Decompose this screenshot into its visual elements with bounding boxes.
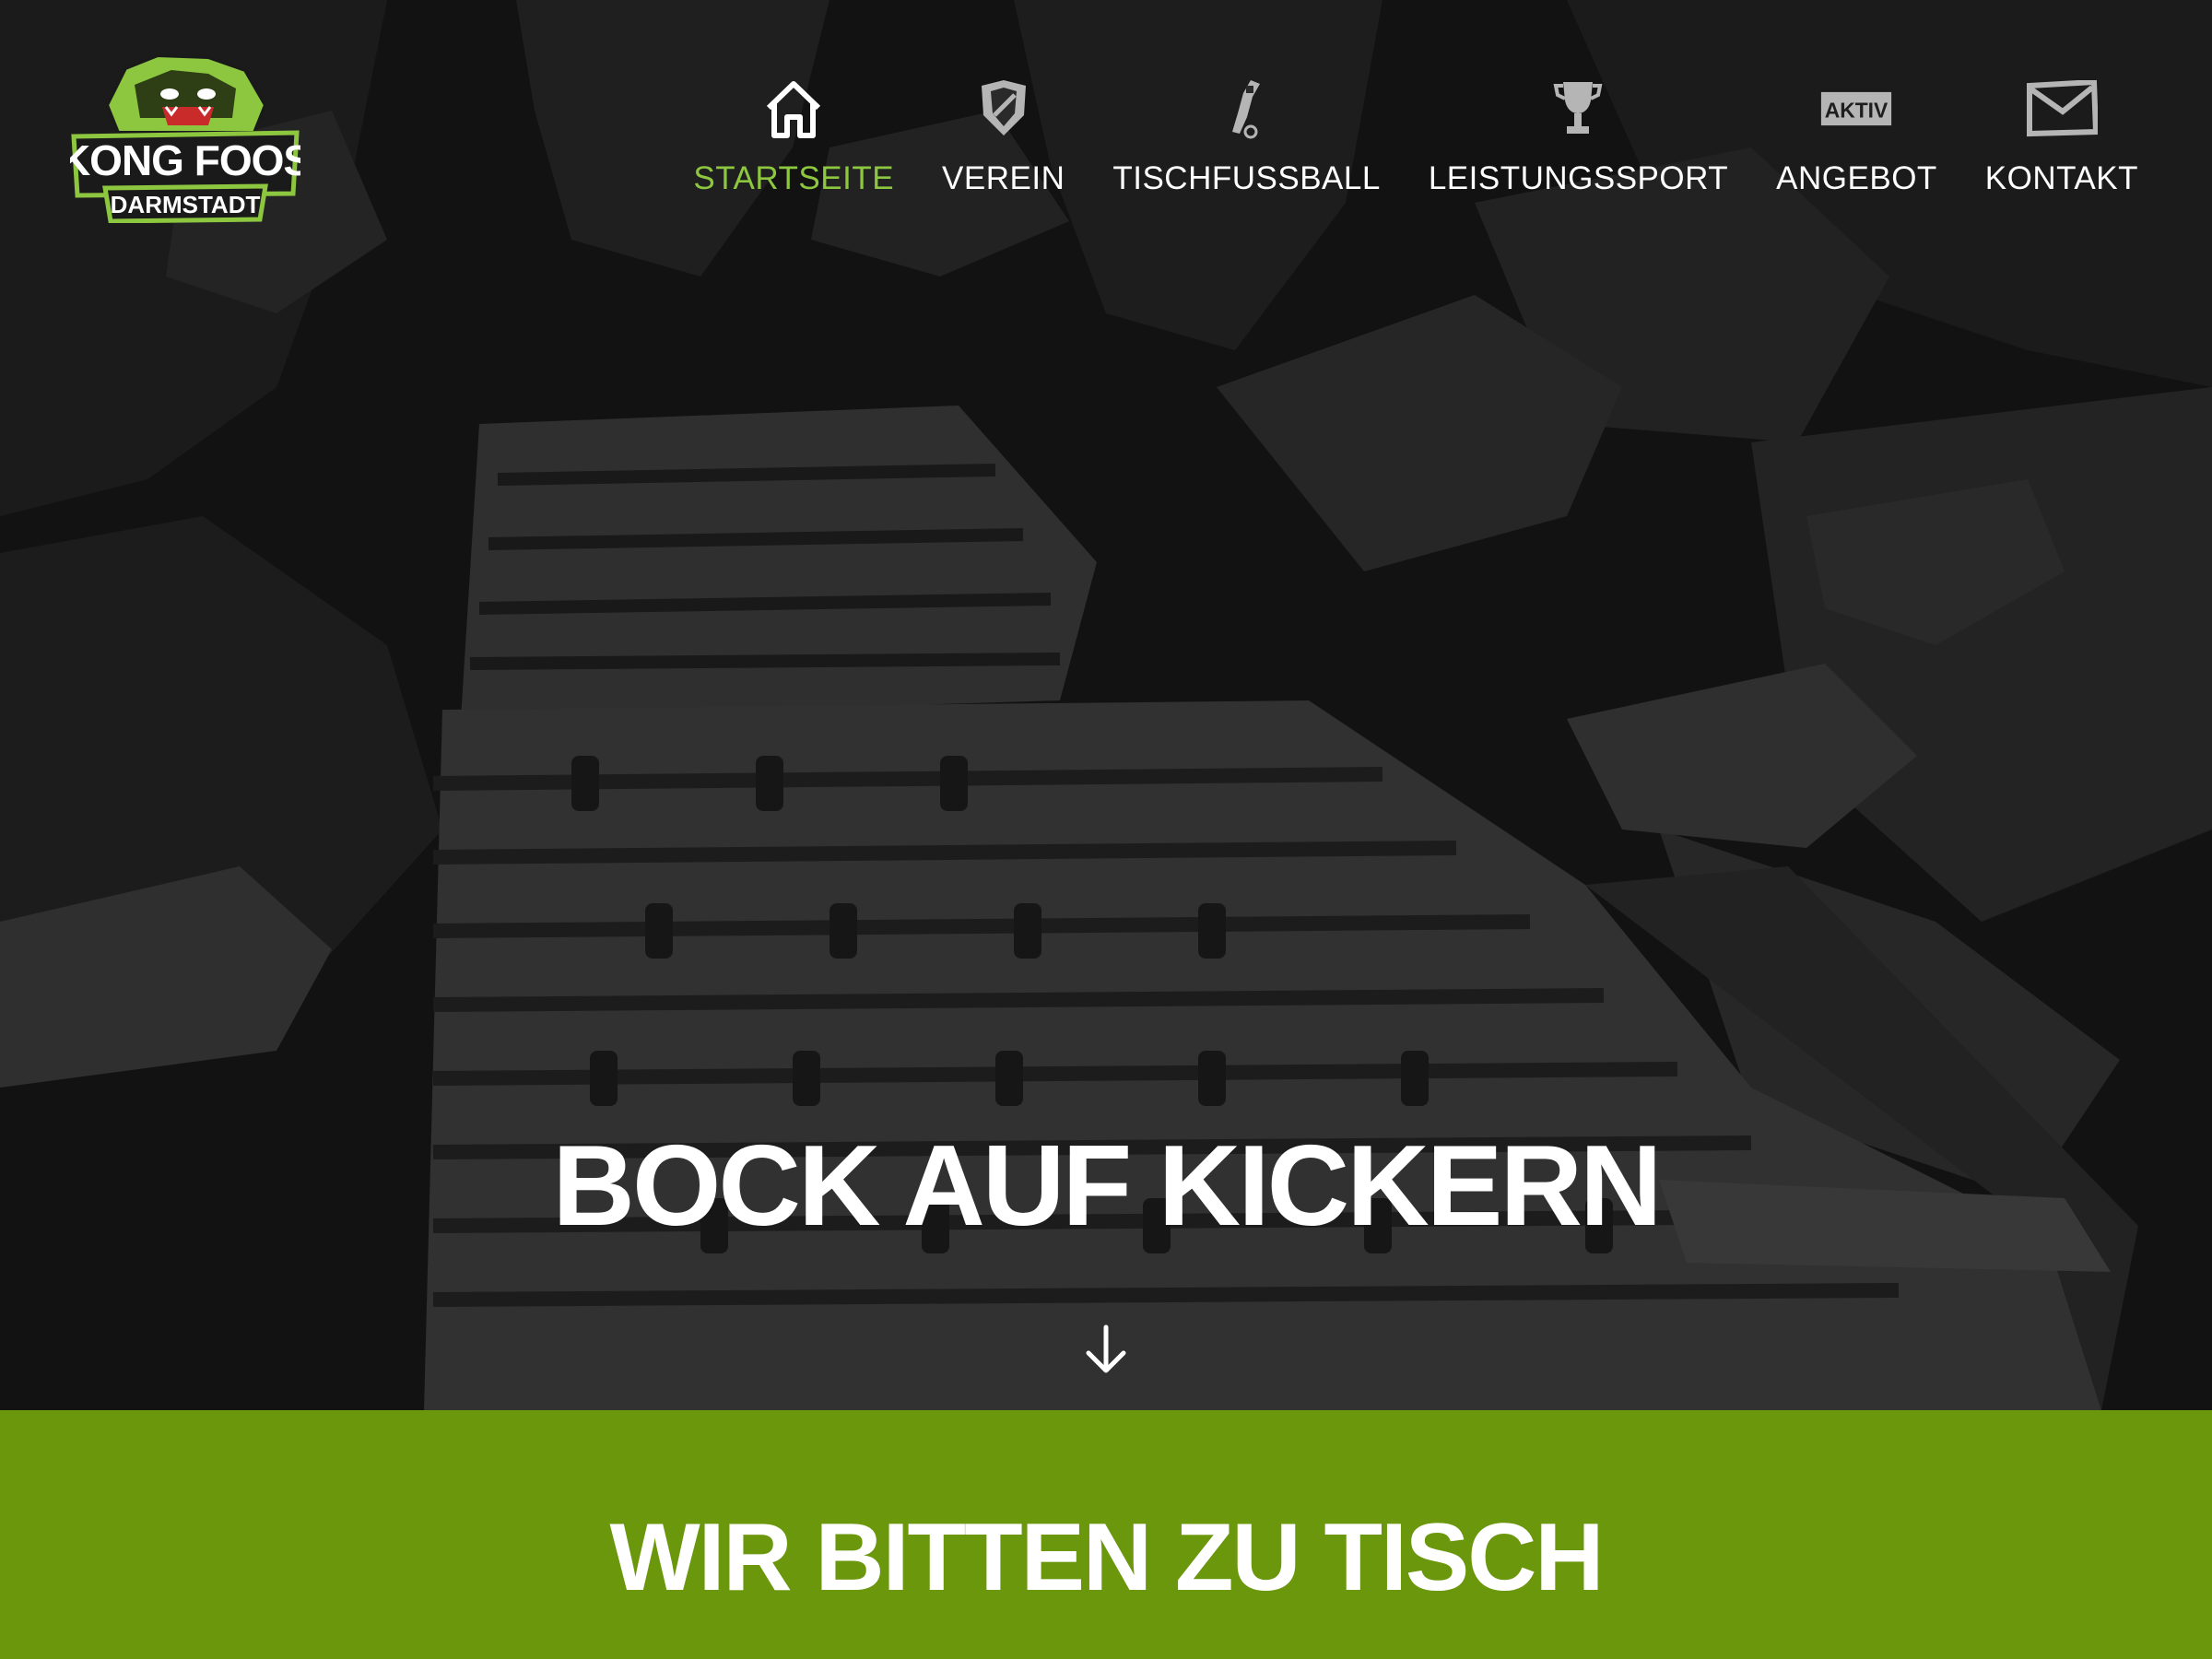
nav-item-angebot[interactable]: AKTIV ANGEBOT	[1776, 74, 1937, 197]
gorilla-icon	[104, 53, 268, 135]
nav-item-startseite[interactable]: STARTSEITE	[693, 74, 894, 197]
hero-title: BOCK AUF KICKERN	[552, 1123, 1662, 1250]
section-title: WIR BITTEN ZU TISCH	[609, 1504, 1604, 1611]
nav-label-leistungssport: LEISTUNGSSPORT	[1428, 160, 1729, 196]
nav-item-verein[interactable]: VEREIN	[942, 74, 1065, 197]
nav-label-angebot: ANGEBOT	[1776, 160, 1937, 196]
page: KONG FOOS DARMSTADT STARTSEITE VEREIN TI…	[0, 0, 2212, 1659]
aktiv-badge-text: AKTIV	[1825, 99, 1888, 123]
nav-label-tischfussball: TISCHFUSSBALL	[1112, 160, 1381, 196]
foosball-player-icon	[1210, 74, 1284, 144]
main-navigation: STARTSEITE VEREIN TISCHFUSSBALL LEISTUNG…	[693, 74, 2138, 197]
nav-label-kontakt: KONTAKT	[1984, 160, 2138, 196]
nav-label-startseite: STARTSEITE	[693, 160, 895, 196]
club-crest-icon	[967, 74, 1041, 144]
logo-text-line2: DARMSTADT	[111, 191, 261, 218]
nav-item-kontakt[interactable]: KONTAKT	[1985, 74, 2138, 197]
kong-foos-logo[interactable]: KONG FOOS DARMSTADT	[70, 48, 300, 223]
hero-section: KONG FOOS DARMSTADT STARTSEITE VEREIN TI…	[0, 0, 2212, 1410]
nav-item-leistungssport[interactable]: LEISTUNGSSPORT	[1429, 74, 1728, 197]
home-icon	[757, 74, 830, 144]
nav-item-tischfussball[interactable]: TISCHFUSSBALL	[1112, 74, 1380, 197]
aktiv-badge-icon: AKTIV	[1819, 74, 1893, 144]
envelope-icon	[2025, 74, 2099, 144]
logo-text-line1: KONG FOOS	[70, 136, 300, 184]
arrow-down-icon[interactable]	[1083, 1324, 1129, 1375]
nav-label-verein: VEREIN	[942, 160, 1065, 196]
trophy-icon	[1541, 74, 1615, 144]
intro-section: WIR BITTEN ZU TISCH	[0, 1410, 2212, 1659]
